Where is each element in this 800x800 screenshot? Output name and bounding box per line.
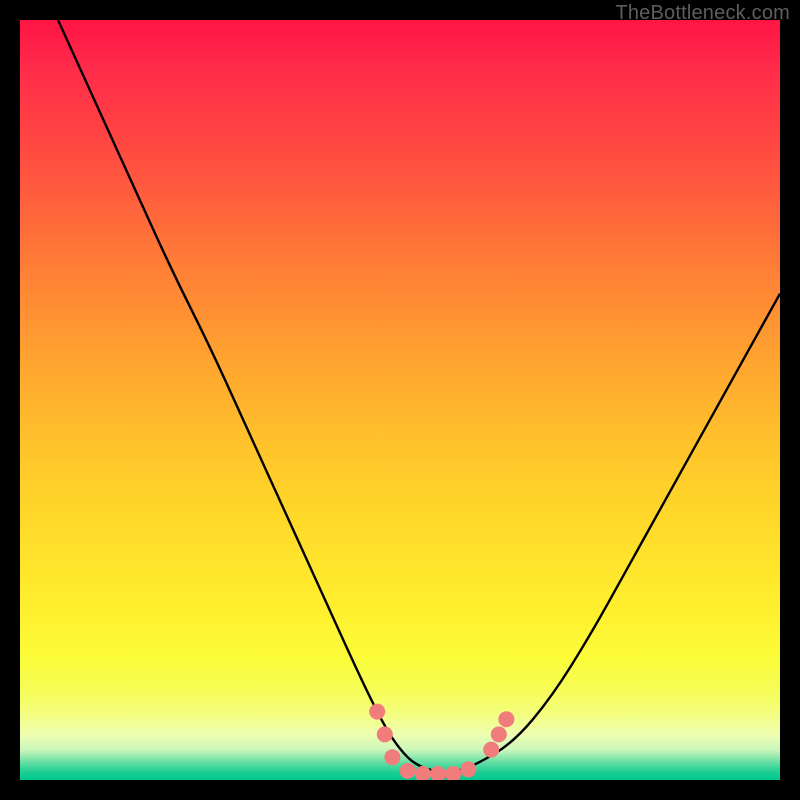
plot-gradient-area [20,20,780,780]
markers-group [369,704,514,780]
right-marker-1 [483,742,499,758]
bottleneck-curve-path [58,20,780,772]
left-marker-1 [369,704,385,720]
left-marker-2 [377,726,393,742]
flat-marker-3 [430,766,446,780]
flat-marker-4 [445,766,461,780]
right-marker-2 [491,726,507,742]
flat-marker-1 [400,763,416,779]
left-marker-3 [384,749,400,765]
outer-frame: TheBottleneck.com [0,0,800,800]
chart-svg [20,20,780,780]
flat-marker-5 [460,761,476,777]
right-marker-3 [498,711,514,727]
